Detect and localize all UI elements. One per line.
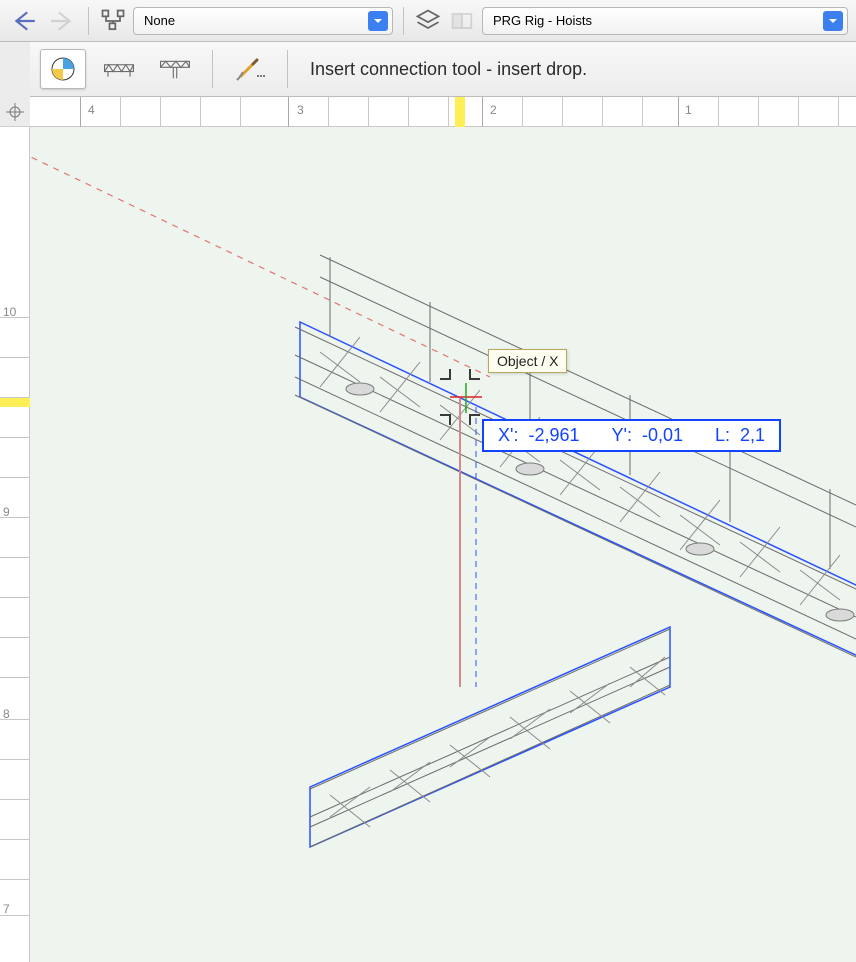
workspace: 4 3 2 1 10 9 8 7	[0, 97, 856, 962]
coord-l: L: 2,1	[715, 425, 765, 446]
ruler-h-label: 1	[685, 103, 692, 117]
ruler-origin[interactable]	[0, 97, 30, 127]
canvas-wrap: 4 3 2 1 10 9 8 7	[0, 97, 856, 962]
class-dropdown-label: None	[144, 13, 175, 28]
ruler-h-label: 2	[490, 103, 497, 117]
tool-circle-primary[interactable]	[40, 49, 86, 89]
ruler-v-label: 7	[3, 902, 10, 916]
structure-icon[interactable]	[99, 7, 127, 35]
tool-truss-tee[interactable]	[152, 49, 198, 89]
coordinate-readout: X': -2,961 Y': -0,01 L: 2,1	[482, 419, 781, 452]
top-toolbar: None PRG Rig - Hoists	[0, 0, 856, 42]
toolbar-divider	[88, 7, 89, 35]
ruler-v-cursor-highlight	[0, 397, 30, 407]
toolbar-divider	[403, 7, 404, 35]
tool-truss-wide[interactable]	[96, 49, 142, 89]
drop-connection	[440, 369, 482, 687]
toolbar-divider	[212, 50, 213, 88]
swatch-icon	[448, 7, 476, 35]
layer-dropdown[interactable]: PRG Rig - Hoists	[482, 7, 848, 35]
coord-y: Y': -0,01	[612, 425, 684, 446]
ruler-horizontal[interactable]: 4 3 2 1	[30, 97, 856, 127]
tool-preferences[interactable]	[227, 49, 273, 89]
layers-icon[interactable]	[414, 7, 442, 35]
chevron-down-icon	[823, 11, 843, 31]
ruler-h-label: 4	[88, 103, 95, 117]
snap-tooltip-text: Object / X	[497, 353, 558, 369]
drawing-canvas[interactable]: Object / X X': -2,961 Y': -0,01 L: 2,1	[30, 127, 856, 962]
nav-forward-button	[46, 5, 78, 37]
lower-truss	[310, 627, 670, 847]
ruler-vertical[interactable]: 10 9 8 7	[0, 127, 30, 962]
snap-tooltip: Object / X	[488, 349, 567, 373]
ruler-h-label: 3	[297, 103, 304, 117]
chevron-down-icon	[368, 11, 388, 31]
nav-back-button[interactable]	[8, 5, 40, 37]
coord-x: X': -2,961	[498, 425, 580, 446]
class-dropdown[interactable]: None	[133, 7, 393, 35]
canvas-svg	[30, 127, 856, 962]
toolbar-divider	[287, 50, 288, 88]
layer-dropdown-label: PRG Rig - Hoists	[493, 13, 592, 28]
tool-status-message: Insert connection tool - insert drop.	[310, 59, 587, 80]
ruler-h-cursor-highlight	[455, 97, 465, 127]
tool-row: Insert connection tool - insert drop.	[30, 42, 856, 97]
upper-truss	[295, 255, 856, 657]
